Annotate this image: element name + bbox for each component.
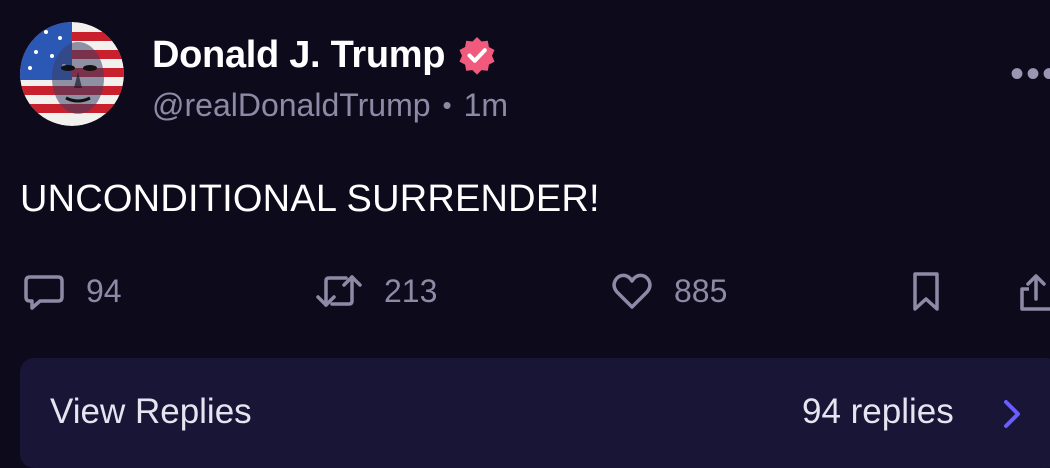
- post-card: Donald J. Trump @realDonaldTrump • 1m ••…: [0, 0, 1050, 468]
- verified-badge-icon: [459, 37, 495, 75]
- view-replies-label: View Replies: [50, 392, 252, 431]
- bookmark-button[interactable]: [906, 268, 946, 314]
- more-options-button[interactable]: •••: [1010, 54, 1050, 94]
- reply-button[interactable]: 94: [22, 268, 122, 314]
- avatar[interactable]: [20, 22, 124, 126]
- comment-icon: [24, 275, 64, 310]
- avatar-image: [20, 22, 124, 126]
- post-timestamp[interactable]: 1m: [464, 87, 508, 124]
- author-display-name[interactable]: Donald J. Trump: [152, 34, 446, 77]
- repost-icon: [316, 275, 362, 307]
- chevron-right-icon: [1004, 400, 1020, 428]
- author-handle[interactable]: @realDonaldTrump: [152, 87, 431, 124]
- author-meta-row: @realDonaldTrump • 1m: [152, 85, 508, 125]
- replies-count-label: 94 replies: [802, 392, 954, 431]
- repost-button[interactable]: 213: [314, 268, 437, 314]
- meta-separator: •: [442, 89, 452, 120]
- like-button[interactable]: 885: [610, 268, 727, 314]
- author-name-row: Donald J. Trump: [152, 30, 497, 80]
- repost-count: 213: [384, 272, 438, 309]
- reply-count: 94: [86, 272, 122, 309]
- heart-icon: [612, 273, 652, 309]
- like-count: 885: [674, 272, 728, 309]
- post-body-text: UNCONDITIONAL SURRENDER!: [20, 178, 600, 220]
- share-button[interactable]: [1016, 268, 1050, 314]
- bookmark-icon: [913, 272, 939, 311]
- share-icon: [1020, 274, 1050, 311]
